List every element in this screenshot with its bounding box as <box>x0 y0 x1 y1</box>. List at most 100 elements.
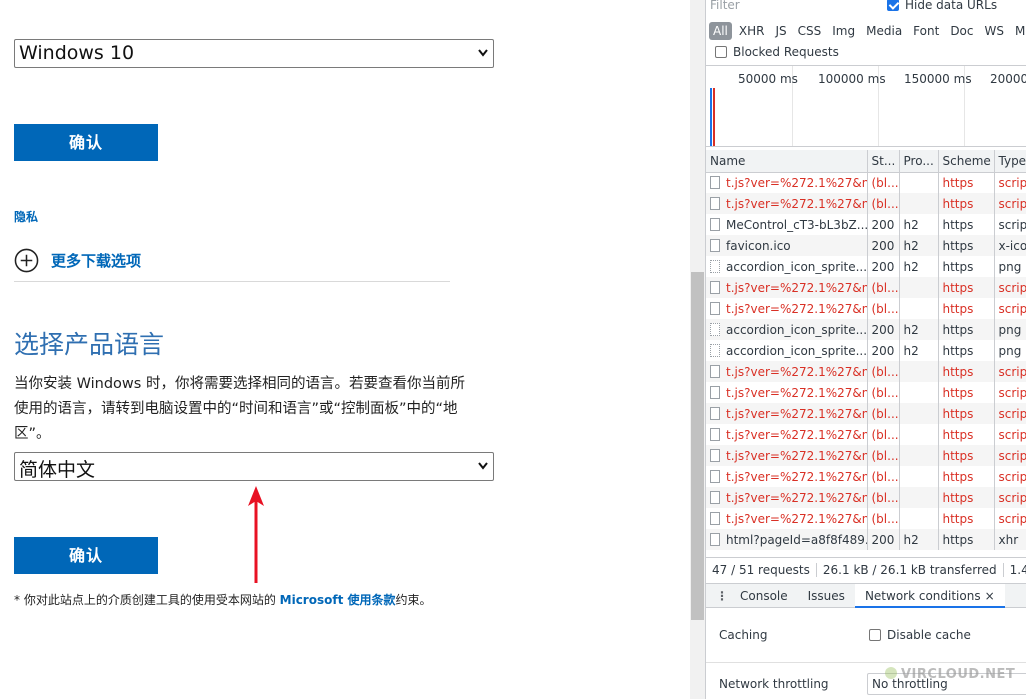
request-type: script <box>994 508 1026 529</box>
request-row[interactable]: t.js?ver=%272.1%27&n... (bl... https script <box>706 298 1026 319</box>
more-downloads-label: 更多下载选项 <box>51 251 142 270</box>
request-name-text: t.js?ver=%272.1%27&n... <box>726 364 867 379</box>
disable-cache-toggle[interactable]: Disable cache <box>869 628 971 642</box>
timeline-overview[interactable]: 50000 ms 100000 ms 150000 ms 200000 ms <box>706 65 1026 147</box>
type-filter-manifest[interactable]: Manifest <box>1011 22 1026 40</box>
request-row[interactable]: t.js?ver=%272.1%27&n... (bl... https script <box>706 487 1026 508</box>
request-name: t.js?ver=%272.1%27&n... <box>706 193 868 214</box>
disable-cache-label: Disable cache <box>887 628 971 642</box>
type-filter-img[interactable]: Img <box>828 22 859 40</box>
confirm-os-button[interactable]: 确认 <box>14 124 158 161</box>
request-status-text: 200 <box>871 217 895 232</box>
summary-resources: 1.4 MB <box>1004 563 1026 577</box>
request-row[interactable]: MeControl_cT3-bL3bZ... 200 h2 https script <box>706 214 1026 235</box>
request-row[interactable]: accordion_icon_sprite.... 200 h2 https png <box>706 319 1026 340</box>
request-type: script <box>994 277 1026 298</box>
request-row[interactable]: t.js?ver=%272.1%27&n... (bl... https script <box>706 445 1026 466</box>
drawer-tab-console[interactable]: Console <box>730 584 798 608</box>
hide-data-urls-checkbox[interactable] <box>887 0 899 11</box>
request-protocol <box>899 466 939 487</box>
request-name: t.js?ver=%272.1%27&n... <box>706 508 868 529</box>
request-row[interactable]: t.js?ver=%272.1%27&n... (bl... https script <box>706 361 1026 382</box>
request-name: t.js?ver=%272.1%27&n... <box>706 487 868 508</box>
request-type: script <box>994 403 1026 424</box>
page-scrollbar-thumb[interactable] <box>691 272 704 620</box>
request-protocol: h2 <box>899 235 939 256</box>
blocked-requests-toggle[interactable]: Blocked Requests <box>715 45 839 59</box>
request-name-text: t.js?ver=%272.1%27&n... <box>726 196 867 211</box>
blocked-requests-checkbox[interactable] <box>715 46 727 58</box>
request-status-text: (bl... <box>871 511 899 526</box>
request-name: t.js?ver=%272.1%27&n... <box>706 466 868 487</box>
more-downloads-link[interactable]: 更多下载选项 <box>14 247 141 273</box>
type-filter-font[interactable]: Font <box>909 22 943 40</box>
request-name-text: t.js?ver=%272.1%27&n... <box>726 301 867 316</box>
request-scheme: https <box>938 487 995 508</box>
request-row[interactable]: t.js?ver=%272.1%27&n... (bl... https script <box>706 382 1026 403</box>
request-row[interactable]: accordion_icon_sprite.... 200 h2 https png <box>706 256 1026 277</box>
column-header-status[interactable]: St... <box>867 150 900 173</box>
request-row[interactable]: t.js?ver=%272.1%27&n... (bl... https script <box>706 193 1026 214</box>
type-filter-all[interactable]: All <box>709 22 732 40</box>
terms-of-use-link[interactable]: Microsoft 使用条款 <box>280 593 396 607</box>
request-row[interactable]: t.js?ver=%272.1%27&n... (bl... https script <box>706 277 1026 298</box>
network-summary-bar: 47 / 51 requests 26.1 kB / 26.1 kB trans… <box>706 557 1026 581</box>
drawer-menu-icon[interactable]: ⋮ <box>714 589 730 603</box>
type-filter-media[interactable]: Media <box>862 22 906 40</box>
close-icon[interactable]: × <box>985 589 995 603</box>
request-row[interactable]: t.js?ver=%272.1%27&n... (bl... https script <box>706 424 1026 445</box>
type-filter-xhr[interactable]: XHR <box>735 22 769 40</box>
request-protocol: h2 <box>899 256 939 277</box>
watermark: VIRCLOUD.NET <box>885 667 1015 682</box>
request-row[interactable]: html?pageId=a8f8f489... 200 h2 https xhr <box>706 529 1026 550</box>
request-row[interactable]: t.js?ver=%272.1%27&n... (bl... https script <box>706 466 1026 487</box>
drawer-tab-issues[interactable]: Issues <box>798 584 855 608</box>
request-type: script <box>994 361 1026 382</box>
drawer-tab-network-conditions[interactable]: Network conditions × <box>854 583 1005 608</box>
request-type: png <box>994 319 1026 340</box>
request-row[interactable]: t.js?ver=%272.1%27&n... (bl... https script <box>706 403 1026 424</box>
file-icon <box>710 490 720 504</box>
privacy-link[interactable]: 隐私 <box>14 208 38 225</box>
request-row[interactable]: t.js?ver=%272.1%27&n... (bl... https script <box>706 508 1026 529</box>
column-header-protocol[interactable]: Pro... <box>899 150 939 173</box>
request-row[interactable]: t.js?ver=%272.1%27&n... (bl... https script <box>706 172 1026 193</box>
type-filter-doc[interactable]: Doc <box>946 22 977 40</box>
timeline-tick: 200000 ms <box>990 72 1026 86</box>
request-status-text: 200 <box>871 322 895 337</box>
language-select[interactable]: 简体中文 <box>14 452 494 481</box>
request-row[interactable]: favicon.ico 200 h2 https x-icon <box>706 235 1026 256</box>
request-row[interactable]: accordion_icon_sprite.... 200 h2 https png <box>706 340 1026 361</box>
drawer-tab-network-conditions-label: Network conditions <box>864 588 981 603</box>
request-protocol <box>899 172 939 193</box>
request-type-text: script <box>998 175 1026 190</box>
column-header-name[interactable]: Name <box>706 150 868 173</box>
request-name: t.js?ver=%272.1%27&n... <box>706 172 868 193</box>
request-name-text: favicon.ico <box>726 238 791 253</box>
confirm-language-button[interactable]: 确认 <box>14 537 158 574</box>
image-file-icon <box>710 259 720 273</box>
request-scheme: https <box>938 298 995 319</box>
column-header-scheme[interactable]: Scheme <box>938 150 995 173</box>
summary-transferred: 26.1 kB / 26.1 kB transferred <box>817 562 1004 577</box>
file-icon <box>710 532 720 546</box>
file-icon <box>710 175 720 189</box>
request-status: 200 <box>867 214 900 235</box>
network-throttling-label: Network throttling <box>719 677 829 691</box>
type-filter-css[interactable]: CSS <box>794 22 826 40</box>
page-scrollbar[interactable] <box>690 0 705 699</box>
request-scheme: https <box>938 172 995 193</box>
column-header-type[interactable]: Type <box>994 150 1026 173</box>
type-filter-js[interactable]: JS <box>771 22 790 40</box>
os-select[interactable]: Windows 10 <box>14 39 494 68</box>
filter-input[interactable]: Filter <box>710 0 870 12</box>
request-type-text: script <box>998 448 1026 463</box>
type-filter-ws[interactable]: WS <box>981 22 1008 40</box>
disable-cache-checkbox[interactable] <box>869 629 881 641</box>
request-status: (bl... <box>867 466 900 487</box>
request-status: 200 <box>867 340 900 361</box>
request-scheme-text: https <box>942 259 974 274</box>
hide-data-urls-toggle[interactable]: Hide data URLs <box>887 0 997 12</box>
request-status-text: (bl... <box>871 175 899 190</box>
request-status: 200 <box>867 235 900 256</box>
